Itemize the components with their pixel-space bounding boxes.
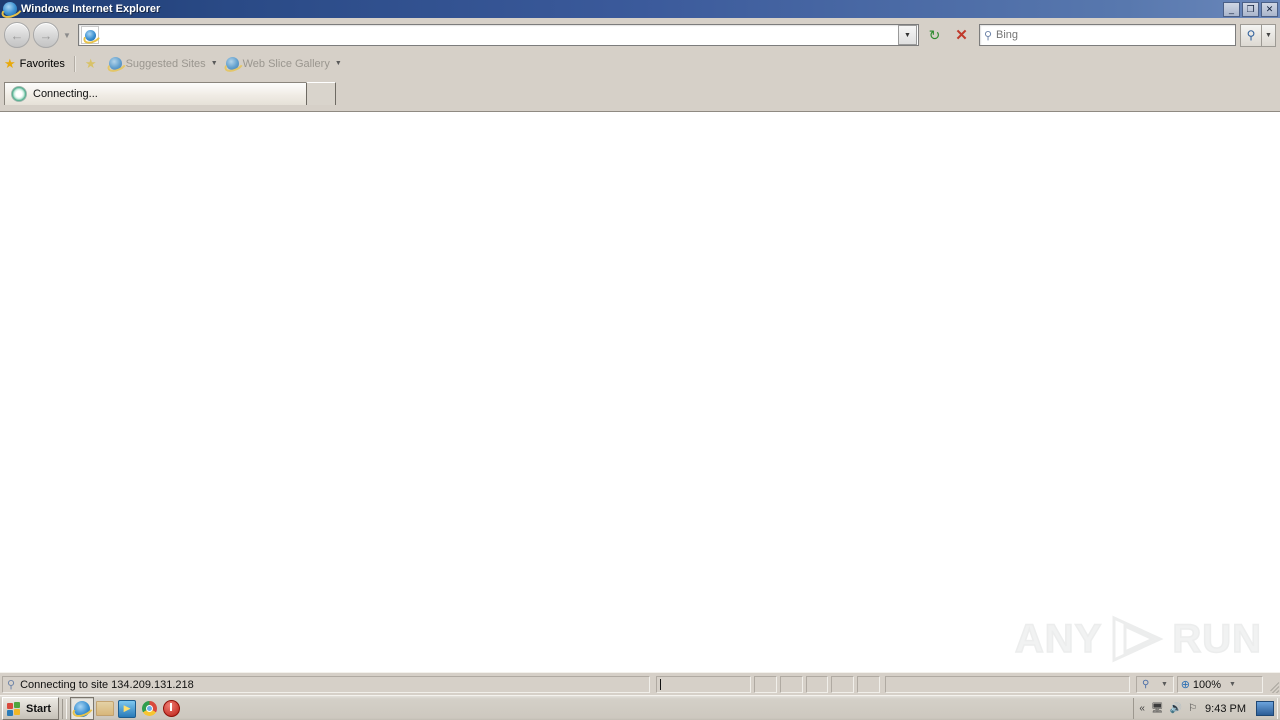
status-bar: ⚲ Connecting to site 134.209.131.218 ⚲ ▼… [0, 672, 1280, 696]
media-player-icon: ▶ [118, 699, 137, 718]
add-to-favorites-bar-button[interactable]: ★ [81, 54, 105, 74]
ie-site-icon [108, 57, 122, 70]
stop-icon: ✕ [955, 26, 968, 44]
star-add-icon: ★ [84, 56, 97, 71]
star-icon: ★ [4, 56, 16, 71]
watermark-right-text: RUN [1172, 616, 1262, 662]
start-label: Start [26, 702, 52, 715]
browser-window: Windows Internet Explorer _ ❐ ✕ ← → ▼ ▼ … [0, 0, 1280, 720]
taskbar-item-google-chrome[interactable] [138, 698, 160, 719]
refresh-button[interactable]: ↻ [923, 24, 946, 47]
page-content: ANY RUN [0, 112, 1280, 672]
anyrun-watermark: ANY RUN [1014, 614, 1262, 664]
chevron-down-icon[interactable]: ▼ [335, 60, 342, 67]
start-button[interactable]: Start [2, 697, 60, 720]
folder-icon [96, 701, 115, 716]
search-icon: ⚲ [983, 29, 993, 42]
window-title: Windows Internet Explorer [21, 3, 161, 15]
taskbar-item-internet-explorer[interactable] [70, 697, 95, 720]
minimize-button[interactable]: _ [1223, 2, 1240, 17]
address-bar[interactable]: ▼ [78, 24, 919, 46]
search-input[interactable] [996, 27, 1235, 43]
favorites-label: Favorites [19, 57, 65, 70]
search-submit-button[interactable]: ⚲ [1240, 23, 1262, 47]
status-slot-5 [856, 676, 880, 693]
status-zone-panel [884, 676, 1131, 693]
zoom-icon: ⊕ [1180, 679, 1190, 691]
address-input[interactable] [102, 27, 898, 43]
window-controls: _ ❐ ✕ [1223, 2, 1278, 17]
taskbar-item-windows-media-player[interactable]: ▶ [116, 698, 138, 719]
status-slot-1 [754, 676, 778, 693]
new-tab-button[interactable] [306, 82, 336, 105]
resize-grip[interactable] [1266, 677, 1280, 693]
system-tray: « 🖥 🔊 ⚐ 9:43 PM [1133, 698, 1278, 719]
zoom-level-label: 100% [1192, 678, 1222, 691]
search-provider-caret-icon[interactable]: ▼ [1262, 23, 1276, 47]
clock[interactable]: 9:43 PM [1205, 703, 1246, 715]
favorites-item-label: Web Slice Gallery [242, 57, 330, 70]
favorites-bar: ★ Favorites ★ Suggested Sites ▼ Web Slic… [0, 52, 1280, 75]
back-button[interactable]: ← [4, 22, 30, 48]
address-dropdown-button[interactable]: ▼ [898, 25, 917, 45]
taskbar: Start ▶ « 🖥 🔊 ⚐ 9:43 PM [0, 695, 1280, 720]
favorites-item-suggested-sites[interactable]: Suggested Sites ▼ [105, 54, 222, 74]
ie-site-icon [225, 57, 239, 70]
tab-connecting[interactable]: Connecting... [4, 82, 308, 105]
windows-flag-icon [7, 701, 22, 716]
anyrun-play-logo-icon [1108, 614, 1166, 664]
tab-label: Connecting... [33, 88, 98, 100]
status-progress-panel [656, 676, 752, 693]
lock-icon: ⚲ [1142, 678, 1150, 690]
refresh-icon: ↻ [928, 26, 941, 43]
tray-expand-chevron-icon[interactable]: « [1139, 703, 1145, 714]
favorites-item-label: Suggested Sites [125, 57, 206, 70]
ie-logo-icon [3, 2, 17, 16]
show-desktop-button[interactable] [1256, 701, 1274, 716]
ie-logo-icon [74, 700, 91, 717]
flag-icon[interactable]: ⚐ [1188, 703, 1197, 714]
favorites-button[interactable]: ★ Favorites [0, 54, 69, 74]
status-slot-2 [780, 676, 803, 693]
maximize-button[interactable]: ❐ [1242, 2, 1259, 17]
favorites-item-web-slice-gallery[interactable]: Web Slice Gallery ▼ [222, 54, 346, 74]
network-icon[interactable]: 🖥 [1151, 703, 1164, 714]
loading-spinner-icon [11, 86, 27, 102]
toolbar-divider [73, 55, 76, 72]
page-icon [81, 26, 99, 44]
search-box[interactable]: ⚲ [979, 24, 1236, 46]
progress-indicator [660, 679, 661, 690]
watermark-left-text: ANY [1014, 616, 1103, 662]
taskbar-item-folder[interactable] [94, 698, 116, 719]
search-icon: ⚲ [7, 679, 16, 691]
taskbar-item-stop-process[interactable] [160, 698, 182, 719]
zoom-caret-icon[interactable]: ▼ [1229, 681, 1236, 688]
chevron-down-icon[interactable]: ▼ [211, 60, 218, 67]
zone-caret-icon: ▼ [1161, 681, 1168, 688]
quick-launch-divider [62, 698, 68, 719]
volume-icon[interactable]: 🔊 [1170, 703, 1182, 714]
navigation-bar: ← → ▼ ▼ ↻ ✕ ⚲ ⚲ ▼ [0, 18, 1280, 52]
chrome-icon [141, 701, 157, 716]
tab-bar: Connecting... ▼ ◓ ▼ ▼ Page ▼ [0, 75, 1280, 178]
stop-button[interactable]: ✕ [950, 24, 973, 47]
status-message-panel: ⚲ Connecting to site 134.209.131.218 [2, 676, 650, 693]
close-button[interactable]: ✕ [1261, 2, 1278, 17]
recent-pages-caret-icon[interactable]: ▼ [61, 25, 73, 45]
forward-button[interactable]: → [33, 22, 59, 48]
stop-process-icon [162, 700, 180, 717]
status-slot-3 [805, 676, 829, 693]
security-zone-button[interactable]: ⚲ ▼ [1136, 676, 1174, 693]
title-bar: Windows Internet Explorer _ ❐ ✕ [0, 0, 1280, 18]
zoom-control[interactable]: ⊕ 100% ▼ [1176, 676, 1264, 693]
status-slot-4 [831, 676, 854, 693]
status-message: Connecting to site 134.209.131.218 [20, 678, 194, 691]
